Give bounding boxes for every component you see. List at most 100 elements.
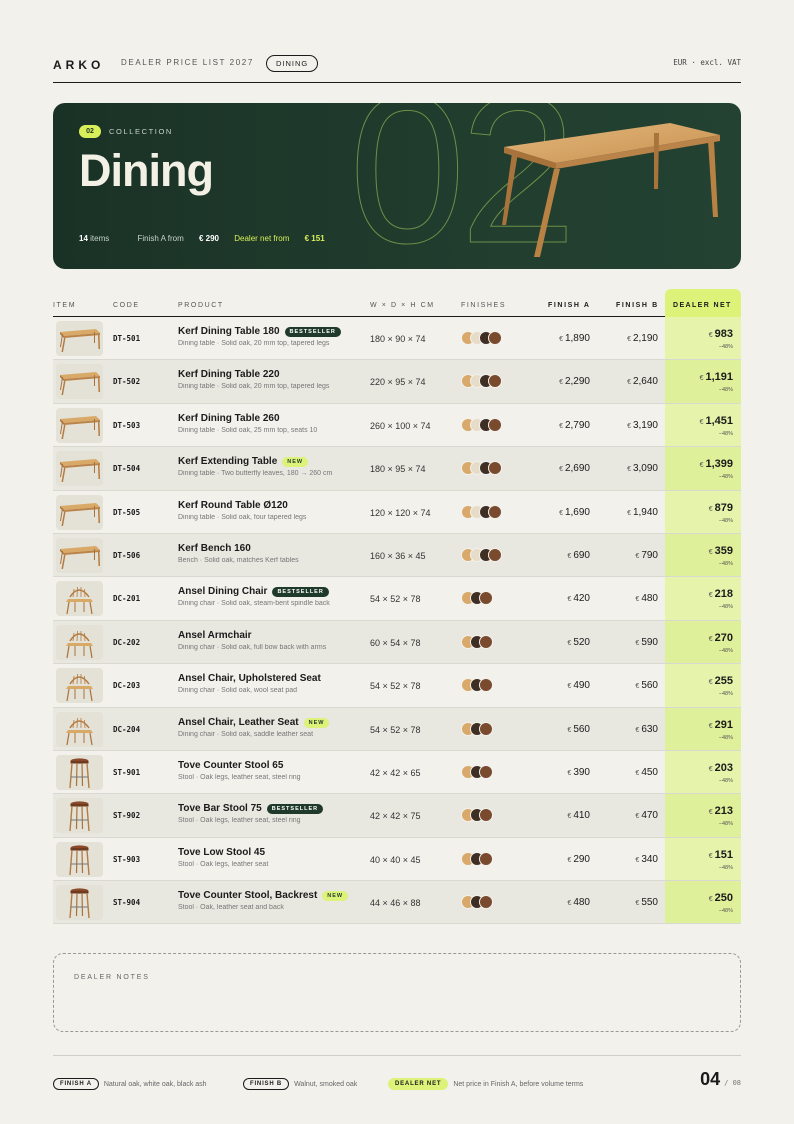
legend-finish-b-pill: FINISH B: [243, 1078, 290, 1090]
product-code: DC-201: [113, 594, 141, 604]
product-code: DC-202: [113, 637, 141, 647]
dealer-notes-label: DEALER NOTES: [74, 974, 150, 981]
currency-symbol: €: [708, 505, 713, 513]
currency-symbol: €: [627, 509, 631, 517]
price-finish-a-value: 410: [573, 810, 590, 822]
price-finish-a: €390: [567, 767, 590, 778]
table-row: DT-505 Kerf Round Table Ø120 Dining tabl…: [53, 490, 741, 534]
price-finish-b-value: 480: [641, 593, 658, 605]
product-name: Tove Counter Stool, Backrest: [178, 890, 318, 902]
currency-symbol: €: [559, 336, 563, 343]
price-finish-b-value: 550: [641, 897, 658, 909]
col-dealer-net: DEALER NET: [665, 289, 741, 317]
currency-symbol: €: [635, 639, 640, 647]
product-code: DT-503: [113, 420, 141, 430]
product-name-line: Kerf Round Table Ø120: [178, 500, 288, 511]
product-thumbnail: [56, 494, 103, 530]
legend-dealer-net-pill: DEALER NET: [388, 1078, 449, 1090]
price-finish-b: €480: [635, 593, 658, 604]
finish-swatch: [488, 331, 502, 345]
currency-symbol: €: [708, 722, 713, 730]
finish-swatch: [479, 764, 493, 779]
currency-symbol: €: [635, 900, 640, 908]
product-thumbnail: [56, 451, 103, 487]
product-name-line: Kerf Dining Table 260: [178, 413, 280, 424]
price-finish-b-value: 2,640: [632, 376, 658, 388]
col-item: ITEM: [53, 302, 77, 309]
price-finish-a: €420: [567, 593, 590, 604]
section-pill: DINING: [266, 55, 319, 72]
price-finish-b: €560: [635, 680, 658, 691]
dealer-net-value: 203: [714, 761, 733, 774]
currency-symbol: €: [699, 418, 704, 426]
dealer-notes-box[interactable]: DEALER NOTES: [53, 953, 741, 1032]
page-number: 04/ 08: [700, 1069, 741, 1090]
dealer-net-price: €255: [709, 675, 733, 687]
product-name-line: Kerf Dining Table 180 BESTSELLER: [178, 326, 341, 337]
price-finish-a-value: 560: [573, 723, 590, 735]
discount-label: −48%: [718, 430, 733, 437]
page-footer: FINISH A Natural oak, white oak, black a…: [53, 1055, 741, 1095]
page-total: 08: [732, 1079, 741, 1087]
price-finish-b: €550: [635, 897, 658, 908]
price-finish-a-value: 2,690: [564, 463, 590, 475]
table-row: DC-203 Ansel Chair, Upholstered Seat Din…: [53, 664, 741, 708]
product-description: Dining table · Two butterfly leaves, 180…: [178, 470, 333, 478]
hero-title: Dining: [79, 145, 214, 196]
discount-label: −48%: [718, 517, 733, 524]
dealer-net-price: €1,191: [700, 371, 733, 383]
currency-symbol: €: [627, 336, 631, 343]
price-finish-a-value: 1,890: [564, 333, 590, 344]
price-finish-b: €3,190: [627, 420, 658, 431]
price-finish-a: €2,690: [559, 463, 590, 474]
price-finish-a-value: 520: [573, 636, 590, 648]
currency-symbol: €: [567, 683, 572, 691]
currency-symbol: €: [635, 856, 640, 864]
discount-label: −48%: [718, 777, 733, 784]
finish-swatch: [479, 808, 493, 823]
price-finish-b: €2,190: [627, 333, 658, 344]
dealer-net-value: 359: [714, 544, 733, 557]
price-finish-b-value: 3,090: [632, 463, 658, 475]
product-name: Kerf Dining Table 220: [178, 369, 280, 381]
legend-finish-a: FINISH A Natural oak, white oak, black a…: [53, 1078, 207, 1090]
currency-symbol: €: [559, 379, 563, 387]
finish-swatch: [488, 504, 502, 519]
currency-symbol: €: [708, 852, 713, 860]
new-badge: NEW: [282, 457, 309, 468]
page-separator: /: [724, 1079, 729, 1087]
price-finish-a: €490: [567, 680, 590, 691]
table-row: DT-501 Kerf Dining Table 180 BESTSELLER D…: [53, 317, 741, 361]
product-dimensions: 180 × 90 × 74: [370, 334, 426, 344]
currency-symbol: €: [699, 375, 704, 383]
dealer-net-price: €250: [709, 892, 733, 904]
product-dimensions: 180 × 95 × 74: [370, 464, 426, 475]
dealer-net-value: 270: [714, 631, 733, 644]
product-description: Stool · Oak legs, leather seat, steel ri…: [178, 773, 301, 781]
col-code: CODE: [113, 302, 140, 309]
legend-finish-a-pill: FINISH A: [53, 1078, 99, 1090]
product-name: Kerf Dining Table 180: [178, 326, 280, 337]
discount-label: −48%: [718, 604, 733, 611]
product-thumbnail: [56, 885, 103, 921]
product-name-line: Ansel Dining Chair BESTSELLER: [178, 586, 329, 598]
table-header: ITEM CODE PRODUCT W × D × H CM FINISHES …: [53, 289, 741, 317]
currency-symbol: €: [635, 596, 640, 604]
product-name: Kerf Round Table Ø120: [178, 499, 288, 511]
col-finish-a: FINISH A: [548, 302, 591, 309]
product-dimensions: 54 × 52 × 78: [370, 724, 421, 735]
product-thumbnail: [56, 581, 103, 617]
dealer-net-price: €270: [709, 632, 733, 644]
price-finish-b-value: 340: [641, 853, 658, 865]
currency-symbol: €: [567, 856, 572, 864]
currency-symbol: €: [708, 809, 713, 817]
price-finish-b: €340: [635, 854, 658, 865]
legend-finish-b: FINISH B Walnut, smoked oak: [243, 1078, 357, 1090]
currency-symbol: €: [708, 896, 713, 904]
finish-swatch: [479, 678, 493, 693]
product-thumbnail: [56, 798, 103, 834]
product-code: ST-902: [113, 811, 141, 821]
product-dimensions: 40 × 40 × 45: [370, 854, 421, 865]
product-description: Stool · Oak, leather seat and back: [178, 904, 284, 912]
discount-label: −48%: [718, 734, 733, 741]
